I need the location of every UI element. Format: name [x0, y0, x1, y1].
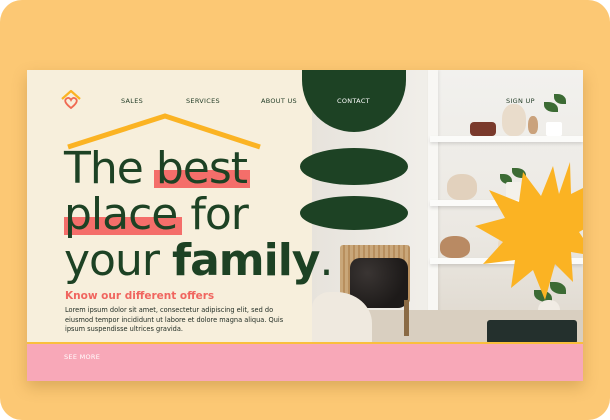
headline-word: for — [190, 189, 248, 240]
headline-word-highlight: place — [64, 189, 178, 240]
nav-services[interactable]: SERVICES — [186, 97, 220, 105]
landing-page-card: SALES SERVICES ABOUT US CONTACT SIGN UP … — [27, 70, 583, 381]
headline-word: your — [64, 235, 160, 286]
nav-about-us[interactable]: ABOUT US — [261, 97, 297, 105]
photo-shelf-side — [428, 70, 438, 344]
photo-pot — [546, 122, 562, 136]
headline-word: The — [64, 143, 144, 194]
photo-plant — [554, 94, 566, 104]
photo-rug — [487, 320, 577, 344]
headline-word-highlight: best — [155, 143, 248, 194]
headline-line-1: The best — [64, 146, 364, 192]
headline-word-bold: family — [171, 235, 321, 286]
photo-basket — [440, 236, 470, 258]
headline-line-2: place for — [64, 192, 364, 238]
photo-vase — [528, 116, 538, 134]
nav-sign-up[interactable]: SIGN UP — [506, 97, 535, 105]
offers-subheading: Know our different offers — [65, 290, 215, 302]
hero-headline: The best place for your family. — [64, 146, 364, 284]
hero-body-text: Lorem ipsum dolor sit amet, consectetur … — [65, 306, 284, 333]
footer-band: SEE MORE — [27, 342, 583, 381]
footer-accent-line — [27, 342, 583, 344]
photo-chair-leg — [404, 300, 409, 336]
photo-plant — [544, 102, 558, 112]
photo-vase — [502, 104, 526, 136]
photo-books — [470, 122, 496, 136]
headline-period: . — [319, 235, 333, 286]
nav-contact[interactable]: CONTACT — [337, 97, 370, 105]
nav-sales[interactable]: SALES — [121, 97, 143, 105]
see-more-link[interactable]: SEE MORE — [64, 353, 100, 361]
photo-shelf — [430, 136, 583, 142]
photo-vase — [447, 174, 477, 200]
headline-line-3: your family. — [64, 238, 364, 284]
house-heart-logo[interactable] — [60, 88, 82, 112]
starburst-shape — [475, 162, 583, 300]
